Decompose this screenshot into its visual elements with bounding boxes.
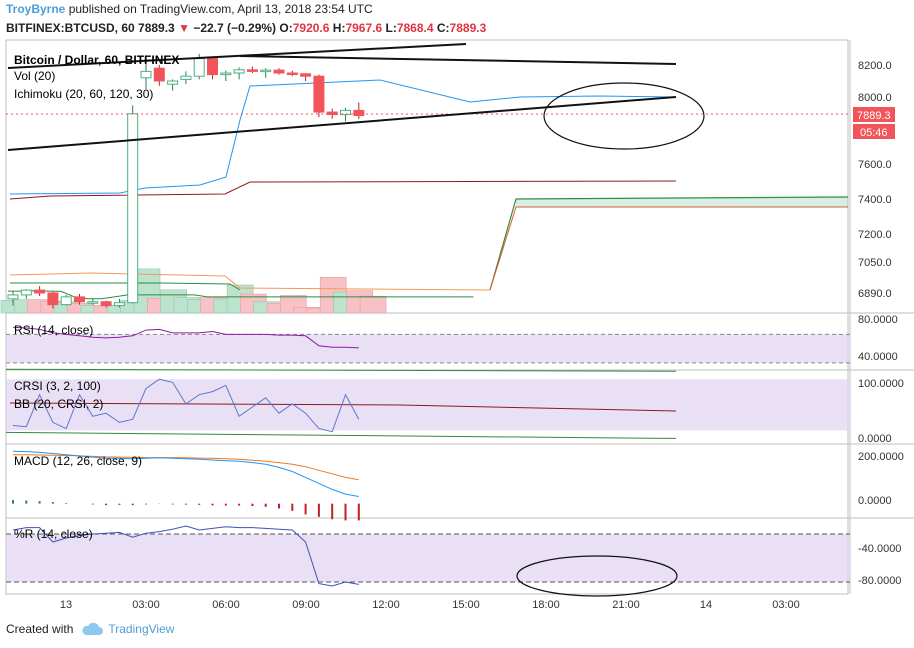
candle-bull: [180, 75, 192, 80]
williams-axis-tick-label: -40.0000: [858, 543, 901, 555]
candle-bull: [260, 69, 272, 73]
time-axis-tick-label: 21:00: [612, 599, 640, 611]
rsi-band: [6, 334, 850, 363]
time-axis-tick-label: 09:00: [292, 599, 320, 611]
candle-bear: [207, 58, 218, 76]
price-axis-tick-label: 7200.0: [858, 229, 892, 241]
current-price-label: 7889.3: [857, 110, 891, 122]
bb-legend: BB (20, CRSI, 2): [14, 397, 103, 411]
tradingview-brand-text: TradingView: [108, 622, 175, 636]
candle-bull: [60, 296, 72, 306]
ichimoku-legend: Ichimoku (20, 60, 120, 30): [14, 87, 153, 101]
candle-bull: [20, 289, 32, 296]
candle-bear: [34, 289, 46, 294]
rsi-axis-tick-label: 80.0000: [858, 314, 898, 326]
volume-legend: Vol (20): [14, 69, 55, 83]
candle-bear: [47, 292, 59, 306]
candle-bear: [246, 69, 258, 72]
candle-bear: [286, 72, 298, 75]
candle-bull: [167, 80, 179, 85]
macd-legend: MACD (12, 26, close, 9): [14, 454, 142, 468]
candle-bear: [74, 296, 85, 303]
time-axis-tick-label: 14: [700, 599, 712, 611]
time-axis-tick-label: 13: [60, 599, 72, 611]
crsi-axis-tick-label: 100.0000: [858, 378, 904, 390]
tradingview-logo[interactable]: TradingView: [81, 622, 174, 636]
williams-legend: %R (14, close): [14, 527, 93, 541]
volume-bar: [359, 295, 387, 314]
crsi-legend: CRSI (3, 2, 100): [14, 379, 101, 393]
candle-bear: [313, 75, 325, 113]
time-axis-tick-label: 18:00: [532, 599, 560, 611]
candle-bull: [140, 70, 152, 79]
candle-bull: [193, 58, 205, 77]
time-axis-tick-label: 15:00: [452, 599, 480, 611]
macd-axis-tick-label: 0.0000: [858, 495, 892, 507]
price-axis-tick-label: 7600.0: [858, 159, 892, 171]
price-axis-tick-label: 8000.0: [858, 92, 892, 104]
rsi-axis-tick-label: 40.0000: [858, 351, 898, 363]
crsi-axis-tick-label: 0.0000: [858, 433, 892, 445]
time-axis-tick-label: 12:00: [372, 599, 400, 611]
price-axis-tick-label: 7050.0: [858, 257, 892, 269]
candle-bear: [100, 301, 112, 307]
williams-axis-tick-label: -80.0000: [858, 575, 901, 587]
candle-bear: [300, 73, 312, 77]
candle-bull: [127, 113, 139, 304]
candle-bear: [153, 67, 165, 82]
williams-band: [6, 534, 850, 582]
macd-axis-tick-label: 200.0000: [858, 451, 904, 463]
main-chart-title: Bitcoin / Dollar, 60, BITFINEX: [14, 53, 179, 67]
price-axis-tick-label: 8200.0: [858, 60, 892, 72]
time-axis-tick-label: 03:00: [772, 599, 800, 611]
created-with-label: Created with: [6, 622, 74, 636]
time-axis-tick-label: 03:00: [132, 599, 160, 611]
crsi-band: [6, 379, 850, 431]
candle-bear: [273, 69, 285, 74]
time-axis-tick-label: 06:00: [212, 599, 240, 611]
countdown-label: 05:46: [860, 127, 888, 139]
price-axis-tick-label: 7400.0: [858, 194, 892, 206]
chart-canvas[interactable]: 13 03:00 06:00 09:00 12:00 15:00 18:00 21:00 14 0…: [0, 0, 914, 648]
price-axis-tick-label: 6890.0: [858, 288, 892, 300]
candle-bull: [7, 294, 19, 300]
footer: Created with TradingView: [6, 622, 174, 636]
candle-bear: [353, 109, 365, 117]
cloud-icon: [82, 622, 104, 635]
candle-bull: [233, 69, 245, 74]
candle-bull: [113, 302, 125, 307]
rsi-legend: RSI (14, close): [14, 323, 93, 337]
candle-bull: [87, 301, 99, 304]
candle-bull: [220, 72, 232, 76]
